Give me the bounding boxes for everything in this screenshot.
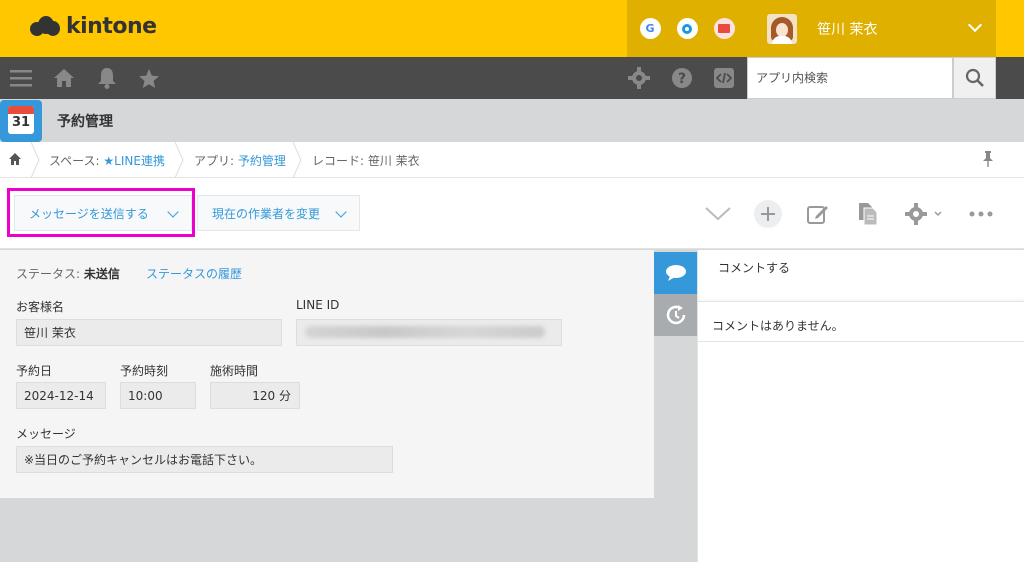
avatar xyxy=(767,13,797,44)
more-options-icon[interactable] xyxy=(966,199,996,229)
history-tab[interactable] xyxy=(654,294,697,336)
calendar-app-icon[interactable]: 31 xyxy=(0,100,42,142)
customer-name-label: お客様名 xyxy=(16,300,65,314)
app-header xyxy=(0,99,1024,142)
comments-tab[interactable] xyxy=(654,252,697,294)
breadcrumb-separator xyxy=(292,142,302,178)
chevron-down-icon xyxy=(967,17,983,33)
app-search-box xyxy=(747,57,953,99)
copy-record-icon[interactable] xyxy=(853,199,883,229)
status-history-link[interactable]: ステータスの履歴 xyxy=(146,265,242,282)
history-icon xyxy=(666,305,685,325)
home-icon[interactable] xyxy=(53,67,75,89)
breadcrumb-separator xyxy=(174,142,184,178)
add-record-icon[interactable] xyxy=(753,199,783,229)
reservation-date-label: 予約日 xyxy=(16,364,53,378)
breadcrumb-home[interactable] xyxy=(9,153,21,168)
breadcrumb-separator xyxy=(30,142,40,178)
highlight-box xyxy=(7,188,195,237)
code-icon[interactable] xyxy=(713,67,735,89)
breadcrumb-app[interactable]: アプリ: 予約管理 xyxy=(194,152,286,169)
app-title[interactable]: 予約管理 xyxy=(57,111,113,131)
reservation-time-label: 予約時刻 xyxy=(120,364,169,378)
pin-icon[interactable] xyxy=(982,151,994,170)
user-menu[interactable]: 笹川 茉衣 xyxy=(747,0,996,57)
message-label: メッセージ xyxy=(16,427,76,441)
home-icon xyxy=(9,153,21,165)
menu-icon[interactable] xyxy=(10,67,32,89)
cloud-logo-icon xyxy=(30,15,60,38)
treatment-time-label: 施術時間 xyxy=(210,364,259,378)
search-icon xyxy=(965,68,984,87)
reservation-time-field: 10:00 xyxy=(120,382,196,409)
user-name: 笹川 茉衣 xyxy=(817,21,878,38)
customer-name-field: 笹川 茉衣 xyxy=(16,319,282,346)
circle-icon[interactable] xyxy=(676,18,698,39)
kintone-logo[interactable]: kintone xyxy=(30,14,157,39)
treatment-time-unit: 分 xyxy=(278,389,291,403)
mail-icon[interactable] xyxy=(713,18,735,39)
comment-input[interactable]: コメントする xyxy=(698,250,1024,302)
side-panel-tabs xyxy=(654,250,697,562)
svg-text:?: ? xyxy=(678,71,686,87)
blurred-line-id xyxy=(305,326,545,338)
integration-icons: G xyxy=(627,0,747,57)
google-icon[interactable]: G xyxy=(639,18,661,39)
bell-icon[interactable] xyxy=(96,67,118,89)
line-id-label: LINE ID xyxy=(296,298,340,312)
space-link[interactable]: ★LINE連携 xyxy=(103,154,165,168)
no-comments-message: コメントはありません。 xyxy=(698,302,1024,342)
gear-icon[interactable] xyxy=(628,67,650,89)
edit-icon[interactable] xyxy=(803,199,833,229)
search-button[interactable] xyxy=(953,57,996,99)
help-icon[interactable]: ? xyxy=(671,67,693,89)
settings-gear-icon[interactable] xyxy=(903,199,947,229)
chevron-down-icon xyxy=(335,206,347,218)
treatment-time-value: 120 xyxy=(252,388,276,403)
message-field: ※当日のご予約キャンセルはお電話下さい。 xyxy=(16,446,393,473)
status-value: 未送信 xyxy=(83,267,120,281)
breadcrumb-space[interactable]: スペース: ★LINE連携 xyxy=(49,152,165,169)
breadcrumb: スペース: ★LINE連携 アプリ: 予約管理 レコード: 笹川 茉衣 xyxy=(0,142,1024,178)
star-icon[interactable] xyxy=(138,67,160,89)
change-assignee-button[interactable]: 現在の作業者を変更 xyxy=(197,195,360,231)
breadcrumb-record: レコード: 笹川 茉衣 xyxy=(312,154,420,168)
status-row: ステータス: 未送信 xyxy=(16,267,120,281)
collapse-chevron-icon[interactable] xyxy=(703,199,733,229)
comments-panel: コメントする コメントはありません。 xyxy=(697,250,1024,562)
reservation-date-field: 2024-12-14 xyxy=(16,382,106,409)
comment-icon xyxy=(665,265,686,281)
app-link[interactable]: 予約管理 xyxy=(238,154,286,168)
treatment-time-field: 120 分 xyxy=(210,382,300,409)
search-input[interactable] xyxy=(748,58,952,98)
logo-text: kintone xyxy=(66,14,157,39)
